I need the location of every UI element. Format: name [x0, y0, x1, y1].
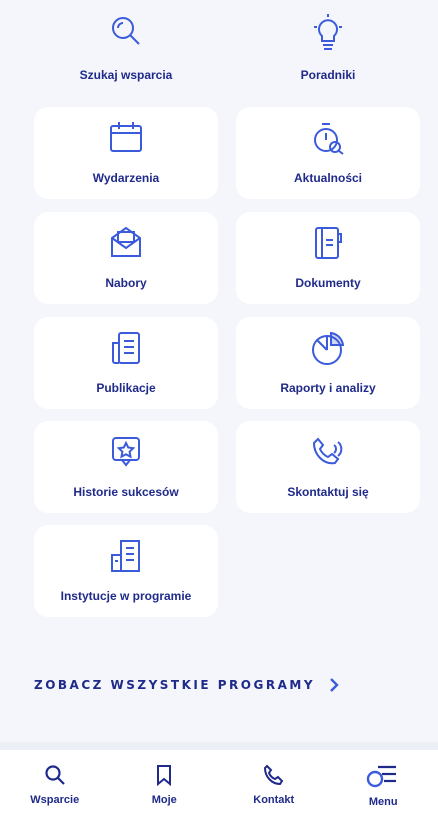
tile-label: Publikacje [96, 381, 156, 395]
tile-label: Nabory [105, 276, 147, 290]
nav-item-kontakt[interactable]: Kontakt [219, 750, 329, 827]
tile-label: Skontaktuj się [287, 485, 369, 499]
tile-instytucje-w-programie[interactable]: Instytucje w programie [34, 525, 218, 617]
tile-label: Poradniki [300, 68, 356, 82]
nav-item-moje[interactable]: Moje [110, 750, 220, 827]
search-icon [45, 765, 65, 785]
tile-dokumenty[interactable]: Dokumenty [236, 212, 420, 304]
phone-icon [263, 764, 284, 786]
tile-label: Szukaj wsparcia [79, 68, 173, 82]
star-badge-icon [112, 437, 140, 467]
tile-label: Dokumenty [295, 276, 361, 290]
nav-label: Menu [368, 796, 398, 808]
building-icon [111, 540, 140, 572]
calendar-icon [110, 122, 142, 152]
tile-aktualnosci[interactable]: Aktualności [236, 107, 420, 199]
all-programs-link[interactable]: ZOBACZ WSZYSTKIE PROGRAMY [34, 678, 339, 692]
nav-item-wsparcie[interactable]: Wsparcie [0, 750, 110, 827]
tile-label: Historie sukcesów [73, 485, 179, 499]
tile-nabory[interactable]: Nabory [34, 212, 218, 304]
stopwatch-icon [314, 123, 344, 155]
lightbulb-icon [314, 14, 342, 50]
tile-poradniki[interactable]: Poradniki [236, 0, 420, 96]
pie-chart-icon [312, 331, 345, 365]
chevron-right-icon [330, 678, 339, 692]
envelope-icon [111, 226, 141, 257]
nav-label: Kontakt [253, 794, 295, 806]
magnifier-icon [112, 17, 140, 45]
menu-icon [367, 765, 397, 788]
nav-label: Wsparcie [30, 794, 80, 806]
tile-wydarzenia[interactable]: Wydarzenia [34, 107, 218, 199]
tile-raporty-i-analizy[interactable]: Raporty i analizy [236, 317, 420, 409]
bottom-nav: Wsparcie Moje Kontakt Menu [0, 750, 438, 827]
tile-szukaj-wsparcia[interactable]: Szukaj wsparcia [34, 0, 218, 96]
bookmark-icon [157, 765, 172, 786]
tile-skontaktuj-sie[interactable]: Skontaktuj się [236, 421, 420, 513]
divider [0, 742, 438, 750]
tile-historie-sukcesow[interactable]: Historie sukcesów [34, 421, 218, 513]
all-programs-label: ZOBACZ WSZYSTKIE PROGRAMY [34, 678, 316, 692]
phone-icon [312, 437, 343, 465]
publication-icon [112, 332, 140, 364]
tile-publikacje[interactable]: Publikacje [34, 317, 218, 409]
tile-label: Wydarzenia [92, 171, 160, 185]
tile-label: Raporty i analizy [280, 381, 376, 395]
tile-label: Aktualności [293, 171, 362, 185]
document-icon [315, 227, 342, 259]
nav-item-menu[interactable]: Menu [329, 750, 438, 827]
nav-label: Moje [151, 794, 177, 806]
tile-label: Instytucje w programie [60, 589, 192, 603]
